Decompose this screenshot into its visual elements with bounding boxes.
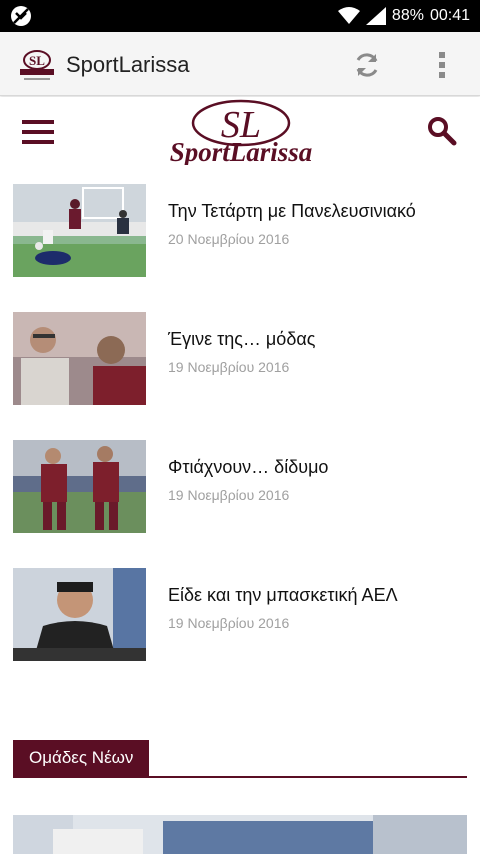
- site-logo[interactable]: SL SportLarissa: [143, 99, 339, 167]
- article-item[interactable]: Την Τετάρτη με Πανελευσινιακό 20 Νοεμβρί…: [0, 184, 480, 284]
- app-logo-icon: SL: [16, 43, 58, 85]
- article-title[interactable]: Έγινε της… μόδας: [168, 329, 315, 350]
- refresh-icon: [356, 53, 378, 77]
- article-thumbnail[interactable]: [13, 568, 146, 661]
- app-bar: SL SportLarissa: [0, 32, 480, 96]
- site-header: SL SportLarissa: [0, 97, 480, 170]
- article-title[interactable]: Είδε και την μπασκετική ΑΕΛ: [168, 585, 398, 606]
- overflow-menu-button[interactable]: [428, 48, 456, 82]
- featured-image[interactable]: [13, 815, 467, 854]
- search-button[interactable]: [426, 115, 458, 147]
- battery-percent: 88%: [391, 7, 424, 24]
- svg-text:SL: SL: [29, 53, 45, 68]
- signal-icon: [365, 7, 386, 25]
- article-title[interactable]: Την Τετάρτη με Πανελευσινιακό: [168, 201, 416, 222]
- article-thumbnail[interactable]: [13, 184, 146, 277]
- section-header: Ομάδες Νέων: [13, 740, 467, 778]
- article-thumbnail[interactable]: [13, 440, 146, 533]
- refresh-button[interactable]: [350, 48, 384, 82]
- app-title: SportLarissa: [66, 52, 190, 77]
- article-date: 20 Νοεμβρίου 2016: [168, 231, 290, 247]
- section-title[interactable]: Ομάδες Νέων: [13, 740, 150, 776]
- no-sim-icon: [10, 5, 32, 27]
- status-bar: 88% 00:41: [0, 0, 480, 32]
- article-date: 19 Νοεμβρίου 2016: [168, 487, 290, 503]
- status-right: 88% 00:41: [337, 0, 470, 32]
- search-icon: [428, 117, 457, 146]
- article-item[interactable]: Είδε και την μπασκετική ΑΕΛ 19 Νοεμβρίου…: [0, 568, 480, 668]
- article-thumbnail[interactable]: [13, 312, 146, 405]
- site-logo-text: SportLarissa: [170, 137, 313, 165]
- article-title[interactable]: Φτιάχνουν… δίδυμο: [168, 457, 328, 478]
- hamburger-icon: [22, 120, 54, 144]
- clock: 00:41: [429, 7, 470, 24]
- wifi-icon: [337, 7, 360, 25]
- article-item[interactable]: Φτιάχνουν… δίδυμο 19 Νοεμβρίου 2016: [0, 440, 480, 540]
- article-item[interactable]: Έγινε της… μόδας 19 Νοεμβρίου 2016: [0, 312, 480, 412]
- article-date: 19 Νοεμβρίου 2016: [168, 615, 290, 631]
- more-vert-icon: [439, 52, 445, 78]
- article-date: 19 Νοεμβρίου 2016: [168, 359, 290, 375]
- menu-button[interactable]: [22, 118, 54, 146]
